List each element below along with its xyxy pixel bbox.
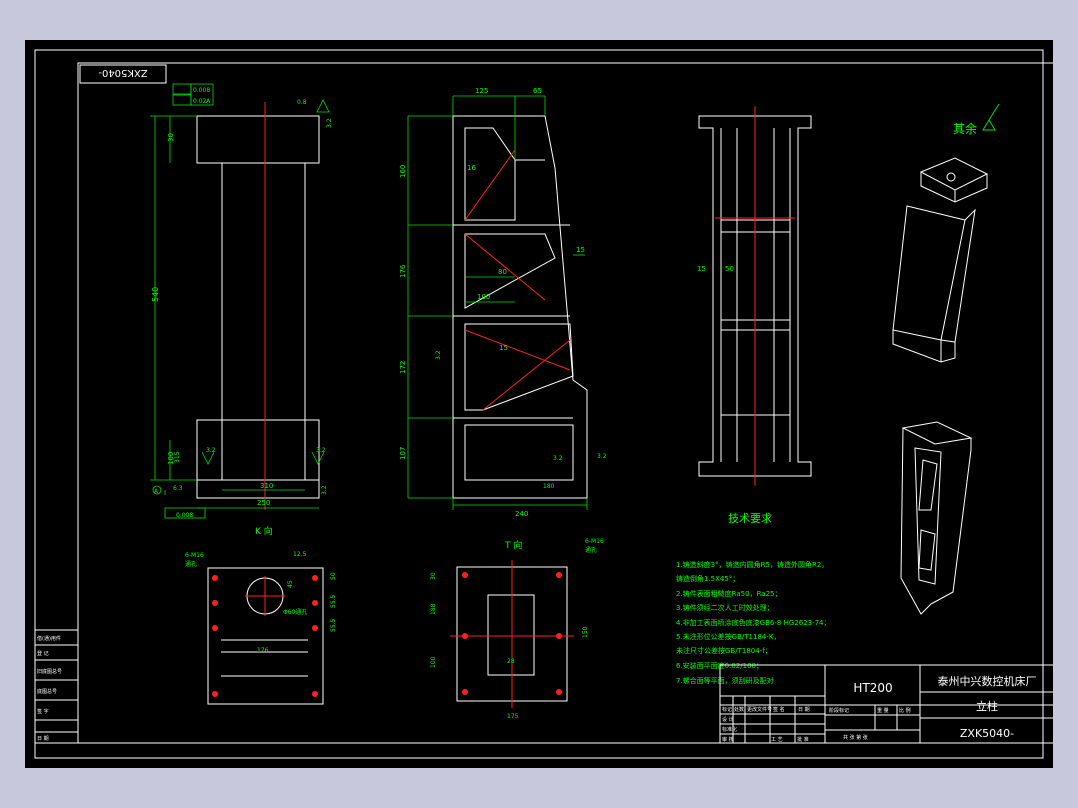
tech-note-7: 未注尺寸公差按GB/T1804-f；: [676, 646, 772, 655]
k-holes: 6-M16: [185, 552, 204, 559]
k-width: 176: [257, 647, 269, 654]
tech-title: 技术要求: [728, 512, 772, 525]
strip-row-3: 底图总号: [37, 688, 57, 695]
role-0: 设 计: [722, 716, 734, 723]
tech-note-4: 3.铸件须经二次人工时效处理；: [676, 603, 774, 612]
sec-bottom: 240: [515, 510, 528, 518]
strip-row-4: 签 字: [37, 708, 49, 715]
ra-top2: 3.2: [326, 118, 333, 128]
tech-note-3: 2.铸件表面粗糙度Ra50，Ra25；: [676, 589, 782, 598]
tol-datum: A: [206, 98, 211, 105]
role-1: 标准化: [722, 726, 737, 733]
tech-note-6: 5.未注形位公差按GB/T1184-K，: [676, 632, 780, 641]
section-dims: [407, 95, 588, 510]
stage-col-1: 重 量: [877, 707, 889, 714]
sheet-count: 共 张 第 张: [843, 734, 868, 741]
dim-side: 315: [174, 451, 181, 463]
rev-col-1: 处数: [734, 706, 744, 713]
sec-top2: 65: [533, 87, 542, 95]
ra-right: 3.2: [316, 447, 326, 454]
iso-view-bottom: [900, 421, 973, 615]
tech-note-9: 7.螺合面等平面，须刮研及配对: [676, 676, 774, 685]
sec-ra-br: 3.2: [597, 453, 607, 460]
side-d50: 50: [725, 265, 734, 273]
front-view: [196, 115, 320, 499]
sec-rib1: 16: [467, 164, 476, 172]
role-2: 审 核: [722, 736, 734, 743]
tech-note-2: 铸造倒角1.5X45°；: [676, 574, 739, 583]
t-width: 175: [507, 713, 519, 720]
k-d5: 55.5: [330, 618, 337, 632]
sec-v2: 176: [399, 264, 407, 278]
part-no-text: ZXK5040-: [98, 67, 148, 78]
material: HT200: [853, 681, 892, 695]
cad-drawing-canvas[interactable]: ZXK5040- 540 30 100 310 250 0.008 0.02 A…: [25, 40, 1053, 768]
sec-v1: 160: [399, 165, 407, 178]
strip-row-1: 登 记: [37, 650, 49, 657]
k-d2: 45: [287, 580, 294, 588]
left-strip: [34, 629, 79, 744]
surface-rest-label: 其余: [953, 121, 977, 136]
ra-left: 3.2: [206, 447, 216, 454]
k-d4: 55.5: [330, 594, 337, 608]
t-h1: 30: [430, 572, 437, 580]
sec-top1: 125: [475, 87, 488, 95]
t-r: 150: [582, 626, 589, 638]
k-holes2: 通孔: [185, 560, 197, 568]
drawing-svg: ZXK5040- 540 30 100 310 250 0.008 0.02 A…: [34, 49, 1053, 759]
outer-frame: [34, 49, 1044, 759]
sec-v3: 172: [399, 361, 407, 374]
surface-rest-symbol: [982, 103, 1000, 131]
section-view: [452, 115, 588, 499]
sec-corner: 180: [543, 483, 555, 490]
k-bore: Φ60通孔: [283, 608, 307, 616]
dim-w-inner: 310: [260, 482, 273, 490]
sec-w80: 80: [498, 268, 507, 276]
rev-col-0: 标记: [722, 706, 732, 713]
iso-view-top: [892, 157, 989, 363]
ra-bottom: 6.3: [173, 485, 183, 492]
dim-w-base: 250: [257, 499, 270, 507]
drawing-no: ZXK5040-: [960, 727, 1014, 740]
t-h3: 100: [430, 656, 437, 668]
role-4: 批 准: [797, 736, 809, 743]
tol-flat-bottom: 0.008: [176, 512, 193, 519]
t-holes: 6-M16: [585, 538, 604, 545]
stage-col-2: 比 例: [899, 707, 911, 714]
section-rib-lines: [464, 149, 571, 411]
rev-col-2: 更改文件号: [747, 706, 772, 713]
dim-h-top: 30: [167, 133, 175, 142]
t-c: 28: [507, 658, 515, 665]
strip-row-0: 借(通)用件: [37, 635, 61, 642]
sec-ra-bl: 3.2: [553, 455, 563, 462]
ra-bottom2: 3.2: [321, 485, 328, 495]
sec-rib2: 15: [499, 344, 508, 352]
t-h2: 188: [430, 603, 437, 615]
part-name: 立柱: [976, 699, 998, 713]
strip-row-5: 日 期: [37, 736, 49, 742]
sec-ra-side: 3.2: [435, 350, 442, 360]
dim-h-total: 540: [151, 287, 160, 302]
ra-top: 0.8: [297, 99, 307, 106]
inner-frame: [77, 62, 1053, 744]
view-k-title: K 向: [255, 525, 273, 537]
sec-t15: 15: [576, 246, 585, 254]
t-holes2: 通孔: [585, 546, 597, 554]
role-3: 工 艺: [771, 737, 783, 743]
view-t-title: T 向: [504, 539, 522, 551]
tech-note-1: 1.铸造斜度3°，铸造内圆角R5，铸造外圆角R2，: [676, 560, 828, 569]
stage-col-0: 阶段标记: [829, 707, 849, 714]
k-d1: 12.5: [293, 551, 307, 558]
tech-note-5: 4.非加工表面喷涂底色底漆GB6-8 HG2623-74；: [676, 618, 831, 627]
sec-v4: 107: [399, 447, 407, 460]
company: 泰州中兴数控机床厂: [938, 674, 1037, 688]
rev-col-3: 签 名: [773, 706, 785, 713]
rev-col-4: 日 期: [798, 707, 810, 713]
sec-w100: 100: [477, 293, 490, 301]
strip-row-2: 旧底图总号: [37, 668, 62, 675]
tol-flatness: 0.008: [193, 87, 210, 94]
side-d15: 15: [697, 265, 706, 273]
tol-parallel: 0.02: [193, 98, 207, 105]
k-d3: 50: [330, 572, 337, 580]
